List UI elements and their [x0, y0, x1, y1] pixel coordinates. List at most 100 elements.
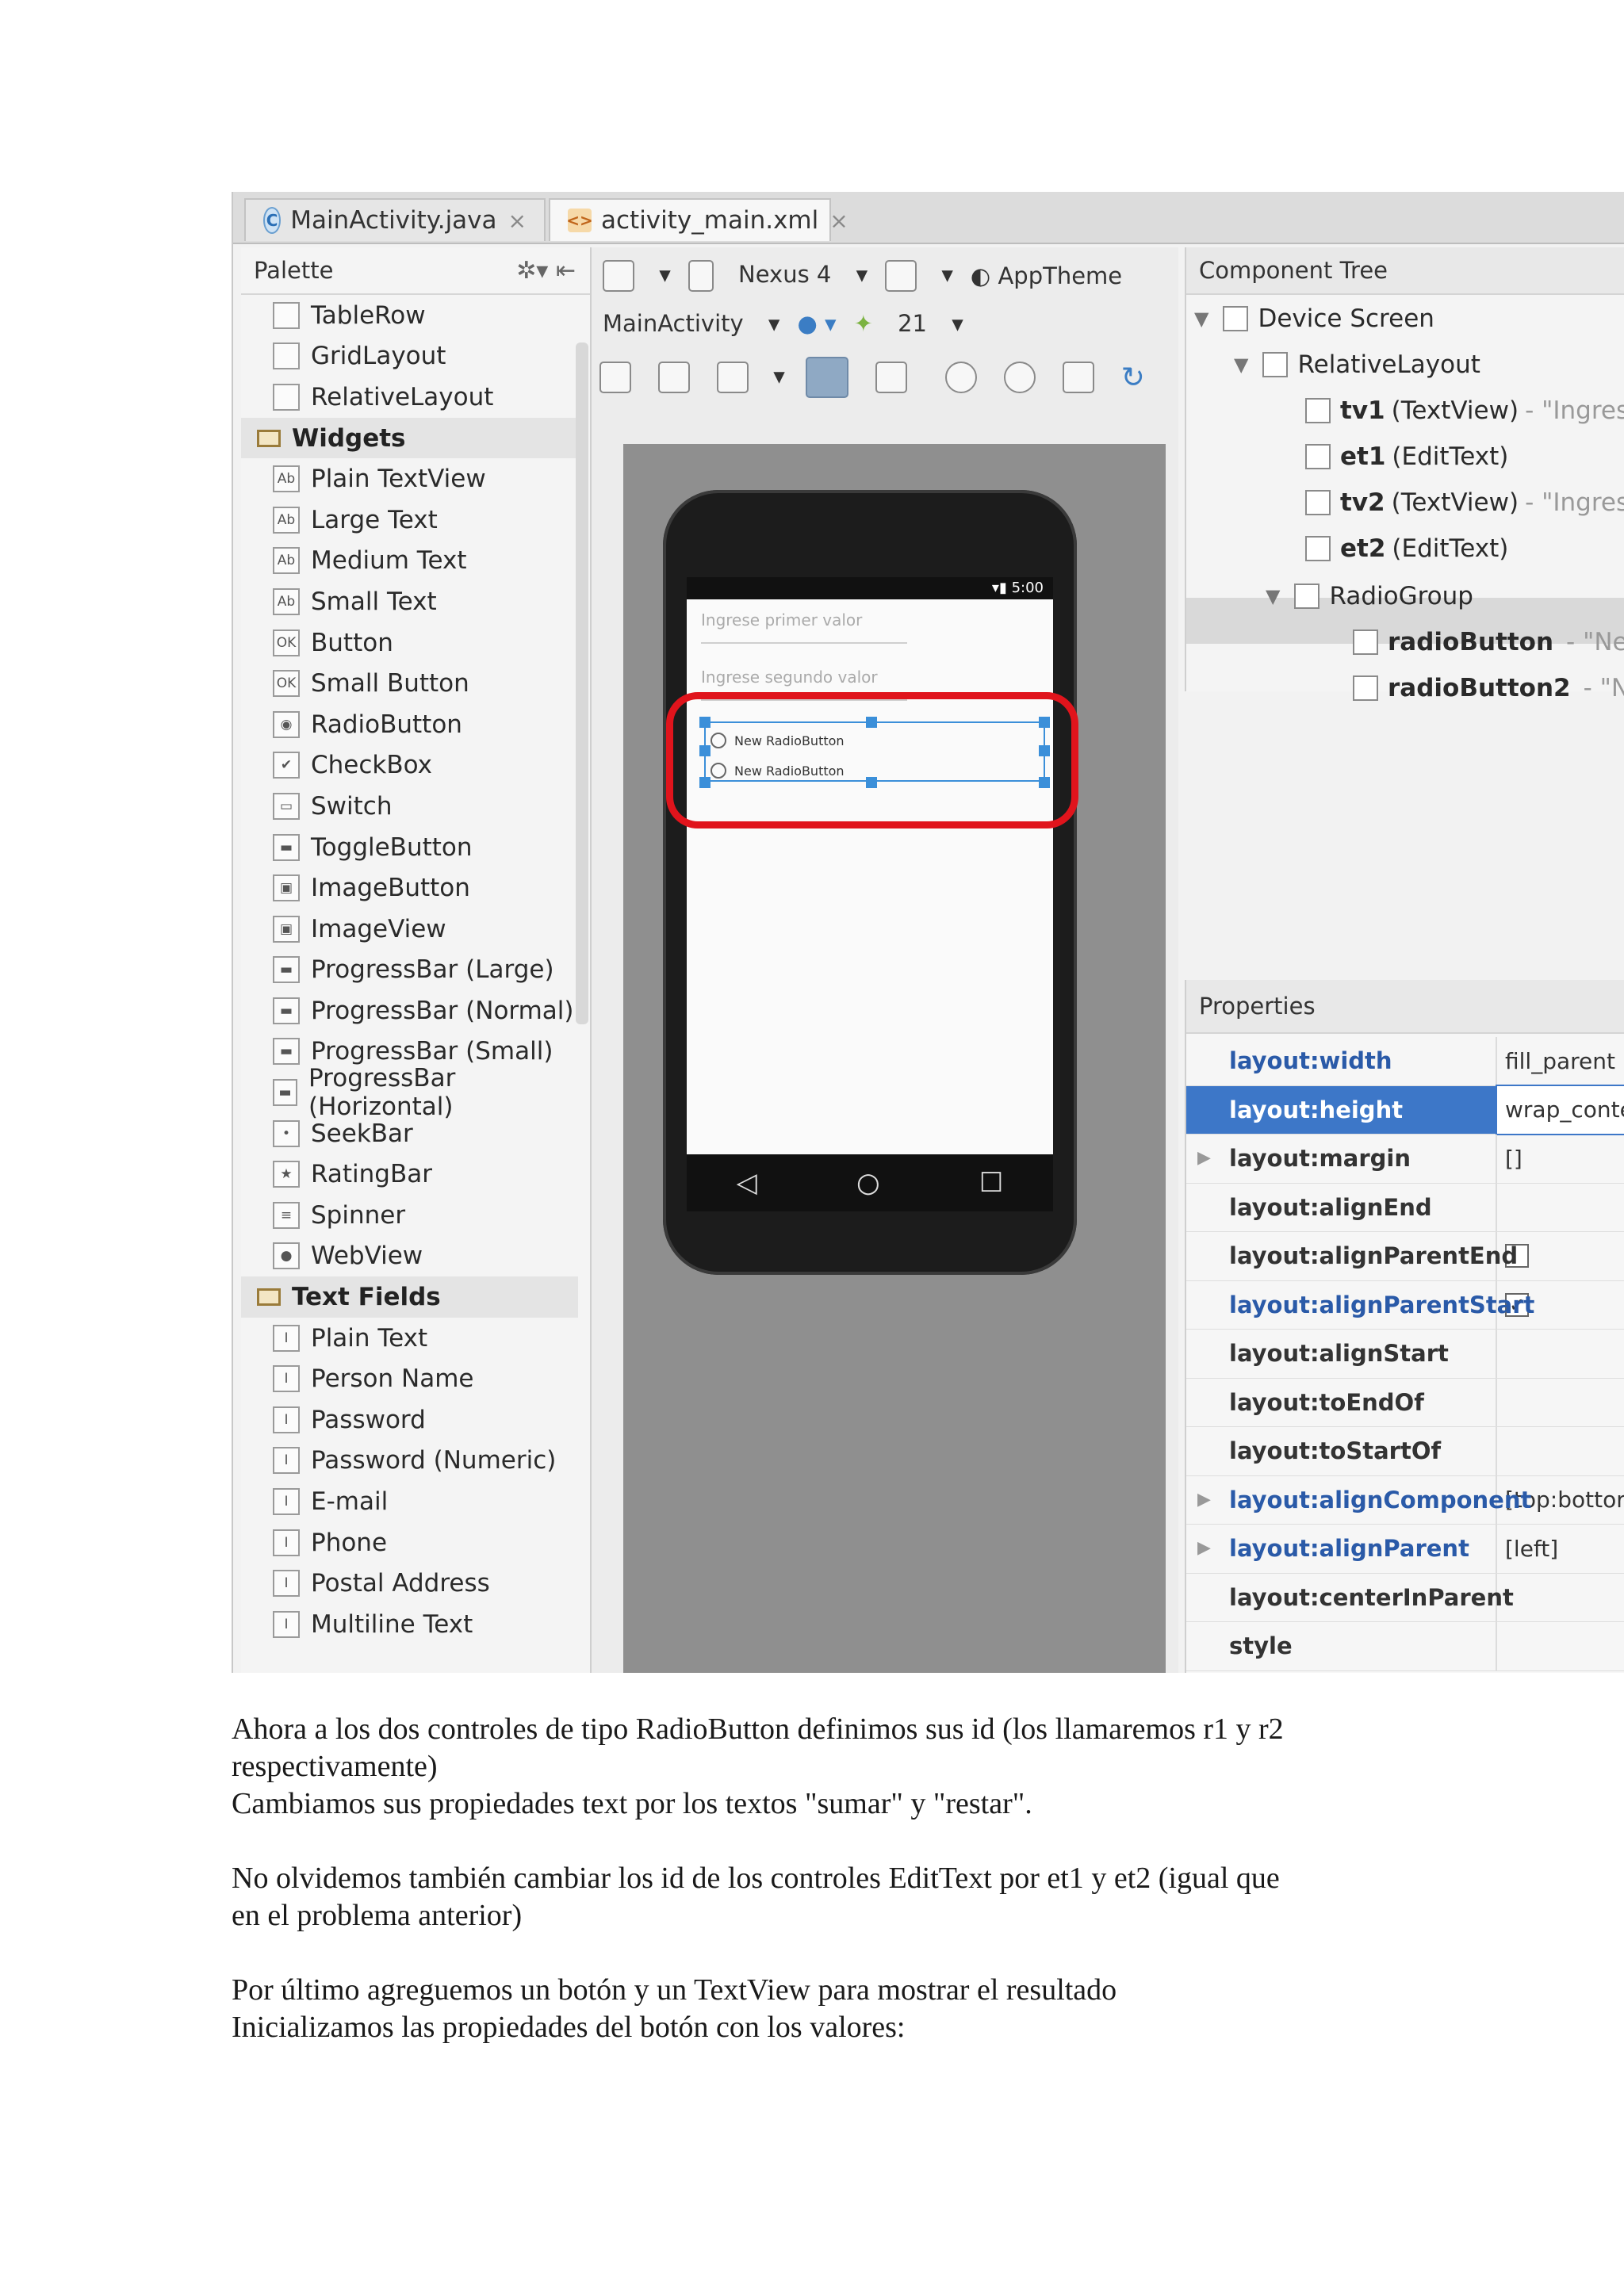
expand-arrow-icon[interactable]: ▶ [1197, 1538, 1211, 1558]
property-row[interactable]: ▶ layout:margin [] [1186, 1135, 1624, 1184]
property-row[interactable]: ▶ layout:alignParent [left] [1186, 1525, 1624, 1574]
palette-item[interactable]: ◉ RadioButton [241, 704, 578, 745]
palette-category[interactable]: Text Fields [241, 1276, 578, 1318]
property-row[interactable]: layout:height wrap_conte [1186, 1084, 1624, 1135]
close-icon[interactable]: × [508, 208, 527, 234]
edittext-icon [1305, 536, 1331, 561]
property-row[interactable]: layout:alignParentStart ✓ [1186, 1280, 1624, 1330]
tree-node[interactable]: et1 (EditText) [1305, 442, 1508, 471]
expand-arrow-icon[interactable]: ▼ [1234, 354, 1248, 376]
palette-scrollbar[interactable] [576, 342, 588, 1024]
tree-node[interactable]: tv2(TextView)- "Ingrese [1305, 488, 1624, 517]
palette-item[interactable]: ▭ Switch [241, 786, 578, 827]
palette-item-label: CheckBox [311, 751, 432, 780]
edittext-hint-1[interactable]: Ingrese primer valor [701, 610, 862, 629]
recents-icon[interactable]: ☐ [979, 1167, 1003, 1199]
device-frame-icon[interactable]: ▾ [603, 260, 671, 292]
tree-node[interactable]: tv1(TextView)- "Ingrese [1305, 396, 1624, 425]
property-row[interactable]: layout:alignEnd [1186, 1183, 1624, 1232]
home-icon[interactable]: ○ [856, 1167, 880, 1199]
expand-arrow-icon[interactable]: ▼ [1194, 308, 1208, 330]
property-value[interactable] [1496, 1330, 1624, 1378]
palette-item[interactable]: I Person Name [241, 1358, 578, 1399]
palette-item[interactable]: I Plain Text [241, 1318, 578, 1359]
property-value[interactable]: [left] [1496, 1525, 1624, 1573]
property-row[interactable]: layout:alignStart [1186, 1330, 1624, 1379]
palette-item[interactable]: OK Button [241, 622, 578, 664]
palette-item[interactable]: Ab Plain TextView [241, 458, 578, 499]
palette-item[interactable]: RelativeLayout [241, 377, 578, 418]
property-row[interactable]: style [1186, 1622, 1624, 1671]
device-selector[interactable]: Nexus 4 ▾ [688, 260, 868, 292]
palette-item[interactable]: ✔ CheckBox [241, 745, 578, 786]
edittext-hint-2[interactable]: Ingrese segundo valor [701, 668, 878, 687]
palette-item[interactable]: I Phone [241, 1522, 578, 1563]
property-value[interactable] [1496, 1622, 1624, 1670]
theme-selector[interactable]: ◐ AppTheme [971, 262, 1139, 289]
palette-item[interactable]: Ab Large Text [241, 499, 578, 541]
property-value[interactable] [1496, 1573, 1624, 1621]
property-row[interactable]: layout:toStartOf [1186, 1427, 1624, 1476]
palette-item[interactable]: ▬ ProgressBar (Horizontal) [241, 1064, 578, 1121]
api-level-selector[interactable]: ✦ 21 ▾ [854, 310, 963, 337]
close-icon[interactable]: × [829, 208, 848, 234]
palette-item[interactable]: ● WebView [241, 1236, 578, 1277]
gear-icon[interactable]: ✲▾ ⇤ [516, 257, 576, 285]
tree-node[interactable]: et2 (EditText) [1305, 534, 1508, 563]
tab-activity-main-xml[interactable]: <> activity_main.xml × [549, 198, 848, 241]
palette-item[interactable]: ▣ ImageView [241, 909, 578, 950]
property-value[interactable]: fill_parent [1496, 1037, 1624, 1085]
palette-item[interactable]: ★ RatingBar [241, 1154, 578, 1195]
expand-arrow-icon[interactable]: ▶ [1197, 1148, 1211, 1168]
property-row[interactable]: layout:centerInParent [1186, 1573, 1624, 1622]
refresh-icon[interactable]: ↻ [1121, 362, 1145, 394]
locale-globe-icon[interactable]: ● ▾ [797, 310, 836, 337]
zoom-in-icon[interactable] [944, 362, 994, 393]
screenshot-icon[interactable] [1062, 362, 1112, 393]
palette-item[interactable]: I Password [241, 1399, 578, 1441]
tree-node[interactable]: radioButton - "New R [1353, 628, 1624, 656]
palette-item[interactable]: ▬ ToggleButton [241, 827, 578, 868]
expand-arrow-icon[interactable]: ▼ [1266, 585, 1280, 607]
tree-node[interactable]: ▼ Device Screen [1194, 304, 1434, 333]
actual-size-icon[interactable] [875, 362, 925, 393]
property-value[interactable] [1496, 1378, 1624, 1426]
property-value[interactable] [1496, 1183, 1624, 1231]
palette-item[interactable]: Ab Medium Text [241, 541, 578, 582]
orientation-icon[interactable]: ▾ [885, 260, 953, 292]
palette-item[interactable]: I Password (Numeric) [241, 1441, 578, 1482]
property-row[interactable]: layout:toEndOf [1186, 1378, 1624, 1427]
property-row[interactable]: layout:alignParentEnd [1186, 1232, 1624, 1281]
palette-item[interactable]: ≡ Spinner [241, 1195, 578, 1236]
tree-node[interactable]: ▼ RadioGroup [1266, 582, 1473, 610]
property-value[interactable] [1496, 1427, 1624, 1475]
pan-icon[interactable] [805, 357, 866, 398]
palette-item[interactable]: ▬ ProgressBar (Normal) [241, 990, 578, 1031]
palette-item[interactable]: ▣ ImageButton [241, 867, 578, 909]
property-value[interactable]: wrap_conte [1496, 1084, 1624, 1135]
property-row[interactable]: layout:width fill_parent [1186, 1037, 1624, 1086]
palette-category[interactable]: Widgets [241, 417, 578, 459]
palette-item[interactable]: OK Small Button [241, 663, 578, 704]
property-row[interactable]: ▶ layout:alignComponent [top:bottor [1186, 1475, 1624, 1525]
palette-item[interactable]: I Multiline Text [241, 1604, 578, 1645]
grid-icon [273, 342, 300, 370]
tree-node[interactable]: radioButton2 - "New [1353, 674, 1624, 702]
zoom-out-icon[interactable] [1003, 362, 1053, 393]
palette-item-label: Password [311, 1405, 426, 1434]
activity-selector[interactable]: MainActivity ▾ [603, 310, 779, 337]
palette-item[interactable]: Ab Small Text [241, 581, 578, 622]
zoom-fit-icon[interactable]: ▾ [717, 362, 785, 393]
palette-item[interactable]: ▬ ProgressBar (Large) [241, 950, 578, 991]
palette-item[interactable]: I E-mail [241, 1481, 578, 1522]
back-icon[interactable]: ◁ [737, 1167, 757, 1199]
fill-height-icon[interactable] [658, 362, 707, 393]
palette-item[interactable]: TableRow [241, 295, 578, 336]
property-value[interactable]: [] [1496, 1135, 1624, 1183]
tree-node[interactable]: ▼ RelativeLayout [1234, 350, 1480, 379]
tab-mainactivity-java[interactable]: C MainActivity.java × [244, 198, 546, 241]
fill-width-icon[interactable] [599, 362, 649, 393]
palette-item[interactable]: I Postal Address [241, 1563, 578, 1604]
expand-arrow-icon[interactable]: ▶ [1197, 1490, 1211, 1510]
palette-item[interactable]: GridLayout [241, 336, 578, 377]
